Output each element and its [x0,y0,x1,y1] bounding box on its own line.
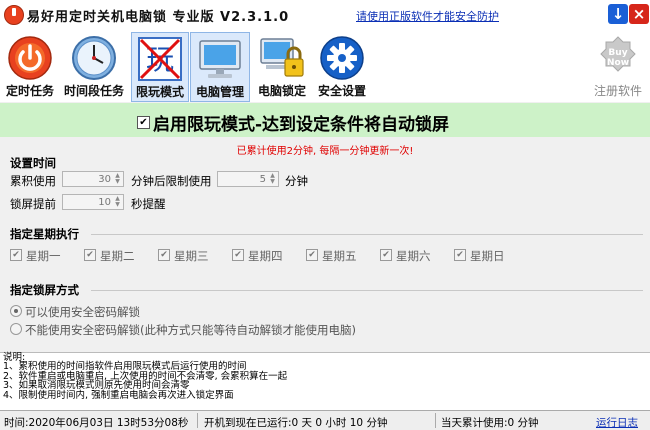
section-divider [91,290,643,291]
title-bar: 易好用定时关机电脑锁 专业版 V2.3.1.0 请使用正版软件才能安全防护 ↓ … [0,0,650,30]
checkbox-icon: ✔ [158,249,170,261]
checkbox-icon: ✔ [232,249,244,261]
tab-label: 限玩模式 [135,85,184,99]
tab-security-settings[interactable]: 安全设置 [314,32,370,100]
svg-text:Buy: Buy [608,48,627,58]
section-divider [91,234,643,235]
today-usage-text: 当天累计使用:0 分钟 [441,417,539,429]
instruction-line: 4、限制使用时间内, 强制重启电脑会再次进入锁定界面 [3,389,234,401]
tab-computer-management[interactable]: 电脑管理 [190,32,250,102]
status-separator [435,413,436,428]
enable-limit-mode-checkbox[interactable]: ✔ [137,116,150,129]
advance-seconds-input[interactable]: 10 ▲ ▼ [62,194,124,210]
radio-selected-icon [10,305,22,317]
close-button[interactable]: × [629,4,649,24]
checkbox-icon: ✔ [454,249,466,261]
tab-label: 安全设置 [317,84,366,98]
weekday-section-title: 指定星期执行 [10,227,79,241]
advance-unit-label: 秒提醒 [131,197,166,211]
computer-lock-icon [260,38,304,77]
buy-now-icon: Buy Now [600,36,636,72]
monitor-icon [199,40,241,78]
instructions-panel: 说明: 1、累积使用的时间指软件启用限玩模式后运行使用的时间 2、软件重启或电脑… [0,352,650,411]
checkbox-icon: ✔ [84,249,96,261]
clock-icon [72,36,116,80]
gear-icon [320,36,364,80]
lock-mode-section-title: 指定锁屏方式 [10,283,79,297]
limit-minutes-input[interactable]: 5 ▲ ▼ [217,171,279,187]
limit-after-label: 分钟后限制使用 [131,174,212,188]
svg-text:Now: Now [607,58,629,68]
minutes-unit-label: 分钟 [285,174,308,188]
minimize-button[interactable]: ↓ [608,4,628,24]
tab-label: 时间段任务 [63,84,124,98]
spin-arrows-icon[interactable]: ▲ ▼ [113,173,122,185]
tab-label: 电脑管理 [195,85,244,99]
no-play-icon: 玩 [138,37,182,81]
enable-limit-mode-label[interactable]: 启用限玩模式-达到设定条件将自动锁屏 [153,110,449,135]
spin-arrows-icon[interactable]: ▲ ▼ [113,196,122,208]
tab-register-software[interactable]: Buy Now 注册软件 [589,32,647,100]
app-title: 易好用定时关机电脑锁 专业版 V2.3.1.0 [27,10,290,25]
app-power-logo-icon [4,5,24,25]
main-toolbar: 定时任务 时间段任务 玩 限玩模式 电脑管理 [0,30,650,102]
tab-label: 电脑锁定 [257,84,306,98]
run-log-link[interactable]: 运行日志 [596,415,638,430]
usage-status-note: 已累计使用2分钟, 每隔一分钟更新一次! [236,146,414,157]
enable-limit-banner: ✔ 启用限玩模式-达到设定条件将自动锁屏 [0,103,650,137]
current-time-text: 时间:2020年06月03日 13时53分08秒 [4,417,189,429]
radio-unselected-icon [10,323,22,335]
tab-time-period-task[interactable]: 时间段任务 [60,32,128,100]
status-separator [197,413,198,428]
checkbox-icon: ✔ [306,249,318,261]
checkbox-icon: ✔ [10,249,22,261]
time-settings-title: 设置时间 [10,156,56,170]
power-icon [8,36,52,80]
tab-label: 定时任务 [5,84,54,98]
accumulated-minutes-input[interactable]: 30 ▲ ▼ [62,171,124,187]
accumulated-use-label: 累积使用 [10,174,56,188]
uptime-text: 开机到现在已运行:0 天 0 小时 10 分钟 [204,417,388,429]
tab-computer-lock[interactable]: 电脑锁定 [254,32,310,100]
checkbox-icon: ✔ [380,249,392,261]
lock-advance-label: 锁屏提前 [10,197,56,211]
genuine-software-link[interactable]: 请使用正版软件才能安全防护 [356,8,499,24]
status-bar: 时间:2020年06月03日 13时53分08秒 开机到现在已运行:0 天 0 … [0,410,650,430]
spin-arrows-icon[interactable]: ▲ ▼ [268,173,277,185]
tab-limit-play-mode[interactable]: 玩 限玩模式 [131,32,189,102]
tab-label: 注册软件 [593,84,642,98]
tab-scheduled-task[interactable]: 定时任务 [2,32,58,100]
